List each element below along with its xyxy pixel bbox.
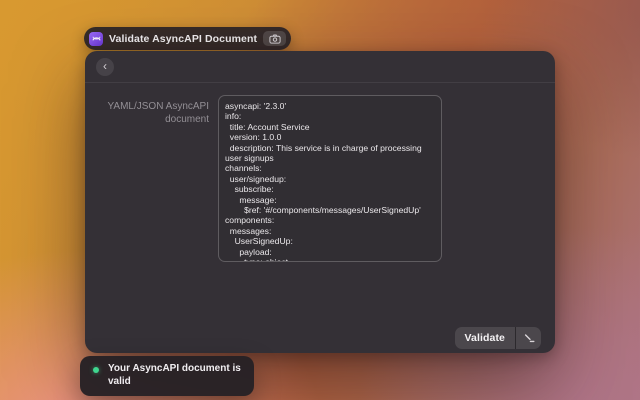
capture-badge-button[interactable] <box>263 31 286 46</box>
asyncapi-document-textarea[interactable]: asyncapi: '2.3.0' info: title: Account S… <box>218 95 442 262</box>
command-title: Validate AsyncAPI Document <box>109 33 257 45</box>
action-bar: Validate <box>455 327 542 349</box>
success-status-dot <box>93 367 99 373</box>
back-button[interactable]: ‹ <box>96 58 114 76</box>
camera-icon <box>269 34 281 44</box>
toast-message: Your AsyncAPI document is valid <box>108 363 242 388</box>
validate-button-group: Validate <box>455 327 542 349</box>
desktop-background: Validate AsyncAPI Document ‹ YAML/JSON A… <box>0 0 640 400</box>
validate-button[interactable]: Validate <box>455 327 516 349</box>
raycast-window: ‹ YAML/JSON AsyncAPI document asyncapi: … <box>85 51 555 353</box>
window-header: ‹ <box>85 51 555 83</box>
command-pill: Validate AsyncAPI Document <box>84 27 291 50</box>
textarea-label: YAML/JSON AsyncAPI document <box>101 95 209 262</box>
document-form: YAML/JSON AsyncAPI document asyncapi: '2… <box>85 83 555 262</box>
asyncapi-icon <box>89 32 103 46</box>
validation-toast: Your AsyncAPI document is valid <box>80 356 254 396</box>
keyboard-shortcut-icon <box>523 332 535 344</box>
shortcut-key-button[interactable] <box>516 327 541 349</box>
